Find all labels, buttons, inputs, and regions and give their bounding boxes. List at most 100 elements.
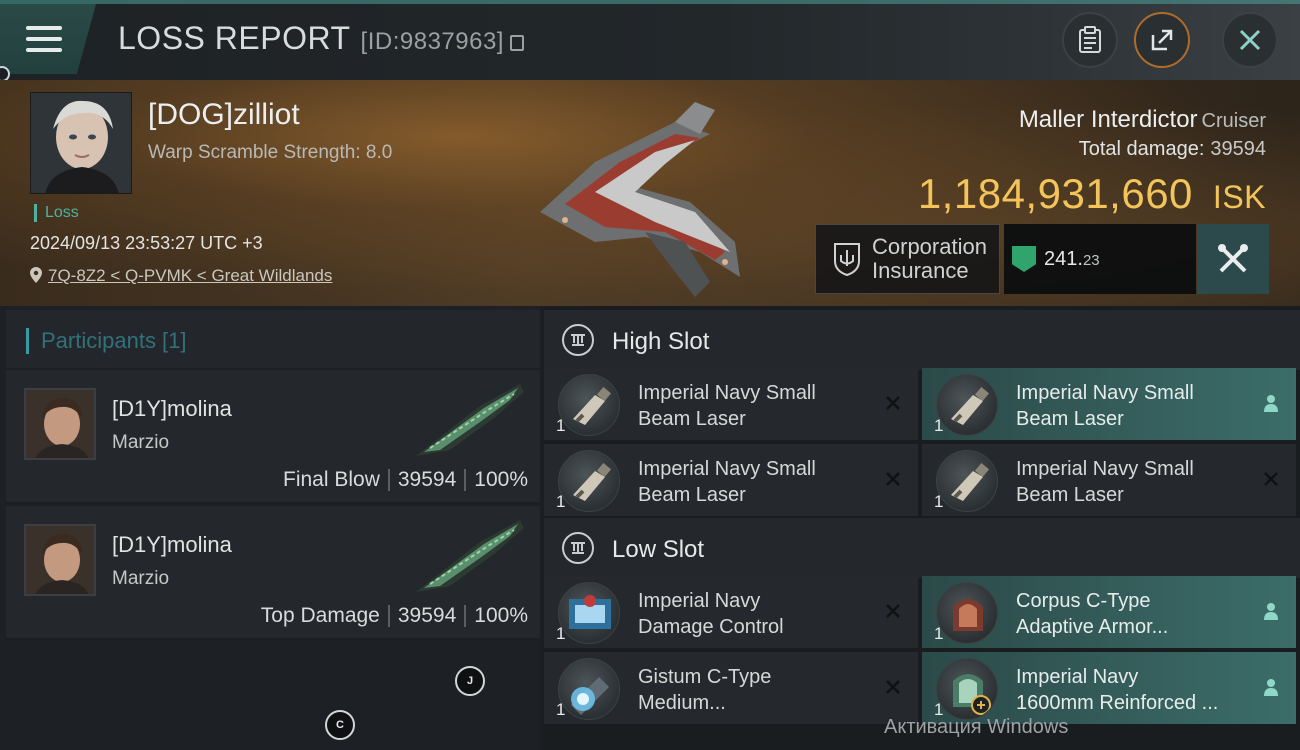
destroyed-icon: [882, 392, 904, 414]
participant-stats: Top Damage 39594 100%: [261, 604, 528, 628]
destroyed-icon: [882, 676, 904, 698]
module-name-line1: Imperial Navy: [638, 590, 761, 612]
module-name: Gistum C-Type Medium...: [638, 664, 868, 716]
participant-role: Top Damage: [260, 604, 380, 627]
module-name: Imperial Navy Small Beam Laser: [1016, 380, 1246, 432]
location-pin-icon: [30, 267, 42, 283]
insurance-amount-main: 241.: [1044, 247, 1083, 270]
location-link[interactable]: 7Q-8Z2 < Q-PVMK < Great Wildlands: [30, 266, 332, 286]
report-id: [ID:9837963]: [360, 28, 504, 55]
participant-card[interactable]: [D1Y]molina Marzio Top Damage 39594 100%: [6, 506, 540, 640]
module-name: Imperial Navy Small Beam Laser: [638, 380, 868, 432]
status-badge: Loss: [34, 204, 79, 222]
module-name: Imperial Navy Damage Control: [638, 588, 868, 640]
participant-ship-icon: [416, 384, 524, 456]
module-name-line2: Adaptive Armor...: [1016, 616, 1169, 638]
module-item[interactable]: 1 Corpus C-Type Adaptive Armor...: [922, 576, 1296, 648]
divider: [464, 605, 467, 628]
module-quantity: 1: [934, 416, 944, 435]
location-text[interactable]: 7Q-8Z2 < Q-PVMK < Great Wildlands: [48, 266, 332, 285]
participant-name[interactable]: [D1Y]molina: [112, 396, 232, 422]
module-item[interactable]: 1 Gistum C-Type Medium...: [544, 652, 918, 724]
pilot-portrait-icon: [31, 93, 131, 193]
pilot-portrait-icon: [26, 526, 94, 594]
fitting-button[interactable]: [1197, 224, 1269, 294]
corporation-insurance-button[interactable]: Corporation Insurance: [815, 224, 1000, 294]
high-slot-icon: [562, 324, 594, 356]
high-slot-title: High Slot: [612, 328, 710, 355]
beam-laser-icon: [558, 374, 620, 436]
ship-name[interactable]: Maller Interdictor Cruiser: [1019, 106, 1266, 134]
participant-stats: Final Blow 39594 100%: [283, 468, 528, 492]
participant-percent: 100%: [474, 468, 528, 491]
participant-card[interactable]: [D1Y]molina Marzio Final Blow 39594 100%: [6, 370, 540, 504]
module-name-line1: Imperial Navy Small: [1016, 458, 1194, 480]
divider: [387, 605, 390, 628]
dropped-person-icon: [1260, 600, 1282, 622]
damage-control-icon: [558, 582, 620, 644]
module-name-line1: Imperial Navy Small: [1016, 382, 1194, 404]
insurance-shield-icon: [834, 243, 860, 277]
ship-class: Cruiser: [1201, 110, 1266, 132]
victim-portrait[interactable]: [30, 92, 132, 194]
module-name: Corpus C-Type Adaptive Armor...: [1016, 588, 1246, 640]
module-quantity: 1: [934, 492, 944, 511]
module-item[interactable]: 1 Imperial Navy Small Beam Laser: [922, 444, 1296, 516]
module-name-line2: 1600mm Reinforced ...: [1016, 692, 1219, 714]
module-name-line1: Imperial Navy Small: [638, 382, 816, 404]
participant-avatar[interactable]: [24, 388, 96, 460]
high-slot-header: High Slot: [544, 310, 1300, 370]
close-icon: [1239, 29, 1261, 51]
module-quantity: 1: [556, 416, 566, 435]
participant-damage: 39594: [397, 604, 457, 627]
module-item[interactable]: 1 Imperial Navy Small Beam Laser: [544, 444, 918, 516]
module-name-line2: Beam Laser: [638, 408, 746, 430]
insurance-amount-decimal: 23: [1082, 251, 1100, 269]
capacitor-icon: [558, 658, 620, 720]
low-slot-title: Low Slot: [612, 536, 705, 563]
module-quantity: 1: [934, 624, 944, 643]
destroyed-icon: [1260, 468, 1282, 490]
total-damage: Total damage: 39594: [1079, 138, 1266, 161]
participant-role: Final Blow: [283, 468, 380, 491]
page-title-text: LOSS REPORT: [118, 20, 351, 56]
module-item[interactable]: 1 Imperial Navy 1600mm Reinforced ...: [922, 652, 1296, 724]
ship-render[interactable]: [525, 92, 755, 302]
participant-name[interactable]: [D1Y]molina: [112, 532, 232, 558]
insurance-label: Corporation Insurance: [872, 235, 987, 283]
module-quantity: 1: [556, 492, 566, 511]
participant-ship: Marzio: [112, 568, 170, 589]
participant-percent: 100%: [474, 604, 528, 627]
floating-marker-j[interactable]: J: [455, 666, 485, 696]
module-name: Imperial Navy Small Beam Laser: [1016, 456, 1246, 508]
module-item[interactable]: 1 Imperial Navy Small Beam Laser: [922, 368, 1296, 440]
os-activation-watermark: Активация Windows: [884, 716, 1069, 738]
beam-laser-icon: [558, 450, 620, 512]
victim-name[interactable]: [DOG]zilliot: [148, 98, 300, 132]
header-accent-line: [0, 0, 1300, 4]
insurance-value: 241.23: [1004, 224, 1196, 294]
isk-amount: 1,184,931,660: [917, 170, 1193, 217]
menu-button[interactable]: [0, 4, 96, 74]
share-button[interactable]: [1134, 12, 1190, 68]
copy-icon[interactable]: [509, 35, 524, 51]
module-name-line1: Corpus C-Type: [1016, 590, 1151, 612]
participant-ship: Marzio: [112, 432, 170, 453]
dropped-person-icon: [1260, 676, 1282, 698]
hamburger-icon: [26, 26, 62, 52]
clipboard-button[interactable]: [1062, 12, 1118, 68]
floating-marker-c[interactable]: C: [325, 710, 355, 740]
close-button[interactable]: [1222, 12, 1278, 68]
module-item[interactable]: 1 Imperial Navy Damage Control: [544, 576, 918, 648]
participants-header: Participants [1]: [6, 310, 540, 368]
isk-unit: ISK: [1212, 179, 1266, 215]
kill-datetime: 2024/09/13 23:53:27 UTC +3: [30, 233, 263, 253]
insurance-label-line1: Corporation: [872, 234, 987, 259]
insurance-badge-icon: [1012, 246, 1036, 272]
module-name-line2: Beam Laser: [1016, 484, 1124, 506]
share-icon: [1151, 29, 1173, 51]
divider: [464, 469, 467, 492]
participant-avatar[interactable]: [24, 524, 96, 596]
module-item[interactable]: 1 Imperial Navy Small Beam Laser: [544, 368, 918, 440]
pilot-portrait-icon: [26, 390, 94, 458]
